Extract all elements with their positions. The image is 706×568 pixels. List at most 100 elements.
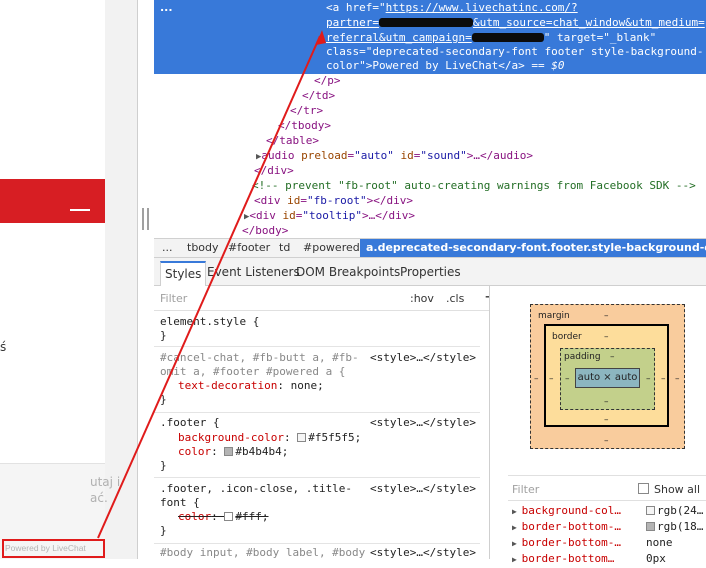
powered-by-link[interactable]: Powered by LiveChat — [5, 543, 86, 553]
rule-selector[interactable]: element.style { — [160, 315, 259, 329]
property-value[interactable]: #b4b4b4; — [235, 445, 288, 458]
selected-node-line[interactable]: color">Powered by LiveChat</a> == $0 — [154, 59, 706, 73]
property-name[interactable]: color — [178, 510, 211, 523]
computed-property[interactable]: ▶ border-bottom… — [512, 551, 614, 567]
rule-source-link[interactable]: <style>…</style> — [370, 416, 476, 429]
tree-line[interactable]: </p> — [154, 74, 706, 88]
expand-triangle-icon[interactable]: ▶ — [512, 523, 522, 532]
tab-styles[interactable]: Styles — [160, 261, 207, 286]
tree-line-tooltip[interactable]: ▶<div id="tooltip">…</div> — [154, 209, 706, 223]
selected-node-line[interactable]: <a href="https://www.livechatinc.com/? — [154, 1, 706, 15]
padding-bottom-value[interactable]: – — [604, 397, 609, 407]
border-right-value[interactable]: – — [661, 374, 666, 384]
rule-selector[interactable]: .footer, .icon-close, .title- — [160, 482, 352, 496]
property-name[interactable]: text-decoration — [178, 379, 277, 392]
expand-triangle-icon[interactable]: ▶ — [512, 507, 522, 516]
computed-property[interactable]: ▶ background-col… — [512, 503, 621, 519]
tag-close: ></div> — [366, 194, 413, 207]
margin-left-value[interactable]: – — [534, 374, 539, 384]
color-swatch[interactable] — [646, 506, 655, 515]
property-name[interactable]: background-color — [178, 431, 284, 444]
styles-filter-input[interactable]: Filter — [160, 292, 187, 305]
tree-line[interactable]: </tbody> — [154, 119, 706, 133]
style-declaration[interactable]: color: #b4b4b4; — [178, 445, 288, 459]
color-swatch[interactable] — [224, 512, 234, 521]
computed-filter-input[interactable]: Filter — [512, 483, 539, 496]
padding-left-value[interactable]: – — [565, 374, 570, 384]
rule-source-link[interactable]: <style>…</style> — [370, 351, 476, 364]
breadcrumb-item-active[interactable]: a.deprecated-secondary-font.footer.style… — [360, 239, 706, 257]
sidebar-tabbar: Styles Event Listeners DOM Breakpoints P… — [154, 258, 706, 286]
style-rule: .footer, .icon-close, .title- font { <st… — [154, 478, 480, 544]
tree-line[interactable]: </tr> — [154, 104, 706, 118]
property-name[interactable]: color — [178, 445, 211, 458]
tab-event-listeners[interactable]: Event Listeners — [207, 265, 300, 279]
href-link[interactable]: partner= — [326, 16, 379, 29]
computed-filter-bar: Filter Show all — [508, 475, 706, 501]
style-declaration[interactable]: background-color: #f5f5f5; — [178, 431, 361, 445]
tree-line[interactable]: </table> — [154, 134, 706, 148]
rule-source-link[interactable]: <style>…</style> — [370, 482, 476, 495]
border-top-value[interactable]: – — [604, 332, 609, 342]
show-all-checkbox[interactable] — [638, 483, 649, 494]
rule-selector[interactable]: .footer { — [160, 416, 220, 430]
margin-bottom-value[interactable]: – — [604, 436, 609, 446]
property-value[interactable]: #f5f5f5; — [308, 431, 361, 444]
border-left-value[interactable]: – — [549, 374, 554, 384]
computed-property[interactable]: ▶ border-bottom-… — [512, 535, 621, 551]
attr-name: id — [393, 149, 414, 162]
href-link[interactable]: https://www.livechatinc.com/? — [386, 1, 578, 14]
selected-node-line[interactable]: referral&utm_campaign= " target="_blank" — [154, 31, 706, 45]
show-all-label[interactable]: Show all — [654, 483, 700, 496]
breadcrumb-item[interactable]: tbody — [187, 241, 219, 254]
padding-right-value[interactable]: – — [646, 374, 651, 384]
tab-dom-breakpoints[interactable]: DOM Breakpoints — [296, 265, 400, 279]
tag-rest: >…</div> — [362, 209, 416, 222]
new-rule-button[interactable]: + — [484, 287, 489, 306]
color-swatch[interactable] — [646, 522, 655, 531]
rule-selector[interactable]: #body input, #body label, #body — [160, 546, 365, 559]
tree-line-audio[interactable]: ▶audio preload="auto" id="sound">…</audi… — [154, 149, 706, 163]
breadcrumb-item[interactable]: td — [279, 241, 290, 254]
margin-right-value[interactable]: – — [675, 374, 680, 384]
minimize-icon[interactable] — [70, 209, 90, 211]
hover-state-button[interactable]: :hov — [410, 292, 434, 305]
computed-property[interactable]: ▶ border-bottom-… — [512, 519, 621, 535]
tag-open: <div — [254, 194, 281, 207]
tree-line-fb-root[interactable]: <div id="fb-root"></div> — [154, 194, 706, 208]
border-bottom-value[interactable]: – — [604, 415, 609, 425]
href-link[interactable]: &utm_source=chat_window&utm_medium= — [473, 16, 705, 29]
tree-line[interactable]: </div> — [154, 164, 706, 178]
rule-selector[interactable]: font { — [160, 496, 200, 510]
box-model-content[interactable]: auto × auto — [575, 368, 640, 388]
expand-triangle-icon[interactable]: ▶ — [512, 539, 522, 548]
tree-comment[interactable]: <!-- prevent "fb-root" auto-creating war… — [154, 179, 706, 193]
property-value[interactable]: #fff; — [235, 510, 268, 523]
style-declaration-overridden[interactable]: color: #fff; — [178, 510, 269, 524]
tree-line[interactable]: </td> — [154, 89, 706, 103]
rule-source-link[interactable]: <style>…</style> — [370, 546, 476, 559]
border-label: border — [552, 332, 582, 342]
color-swatch[interactable] — [224, 447, 234, 456]
margin-top-value[interactable]: – — [604, 311, 609, 321]
attr-name: preload — [294, 149, 348, 162]
color-swatch[interactable] — [297, 433, 307, 442]
breadcrumb-item[interactable]: ... — [162, 241, 173, 254]
split-drag-handle[interactable] — [142, 208, 149, 230]
console-ref: == $0 — [524, 59, 565, 72]
rule-selector[interactable]: #cancel-chat, #fb-butt a, #fb- — [160, 351, 359, 365]
padding-top-value[interactable]: – — [610, 352, 615, 362]
expand-triangle-icon[interactable]: ▶ — [512, 555, 522, 564]
tag-rest: >…</audio> — [466, 149, 533, 162]
selected-node-line[interactable]: class="deprecated-secondary-font footer … — [154, 45, 706, 59]
tree-line[interactable]: </body> — [154, 224, 706, 238]
selected-node-line[interactable]: partner= &utm_source=chat_window&utm_medi… — [154, 16, 706, 30]
rule-selector[interactable]: omit a, #footer #powered a { — [160, 365, 345, 379]
class-toggle-button[interactable]: .cls — [446, 292, 464, 305]
breadcrumb-item[interactable]: #footer — [228, 241, 270, 254]
style-declaration[interactable]: text-decoration: none; — [178, 379, 324, 393]
breadcrumb-item[interactable]: #powered — [303, 241, 360, 254]
href-link[interactable]: referral&utm_campaign= — [326, 31, 472, 44]
tab-properties[interactable]: Properties — [400, 265, 461, 279]
property-value[interactable]: none; — [291, 379, 324, 392]
